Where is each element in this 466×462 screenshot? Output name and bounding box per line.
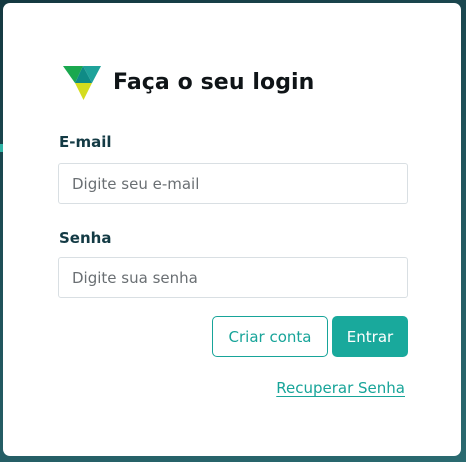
triangle-logo-icon — [63, 66, 101, 100]
password-label: Senha — [59, 229, 112, 247]
page-title: Faça o seu login — [113, 69, 315, 95]
email-label: E-mail — [59, 133, 112, 151]
login-button[interactable]: Entrar — [332, 316, 408, 357]
create-account-button[interactable]: Criar conta — [212, 316, 328, 357]
recover-password-link[interactable]: Recuperar Senha — [276, 379, 405, 397]
password-field[interactable] — [58, 257, 408, 298]
login-header: Faça o seu login — [62, 63, 314, 101]
email-field[interactable] — [58, 163, 408, 204]
login-card: Faça o seu login E-mail Senha Criar cont… — [3, 3, 461, 456]
